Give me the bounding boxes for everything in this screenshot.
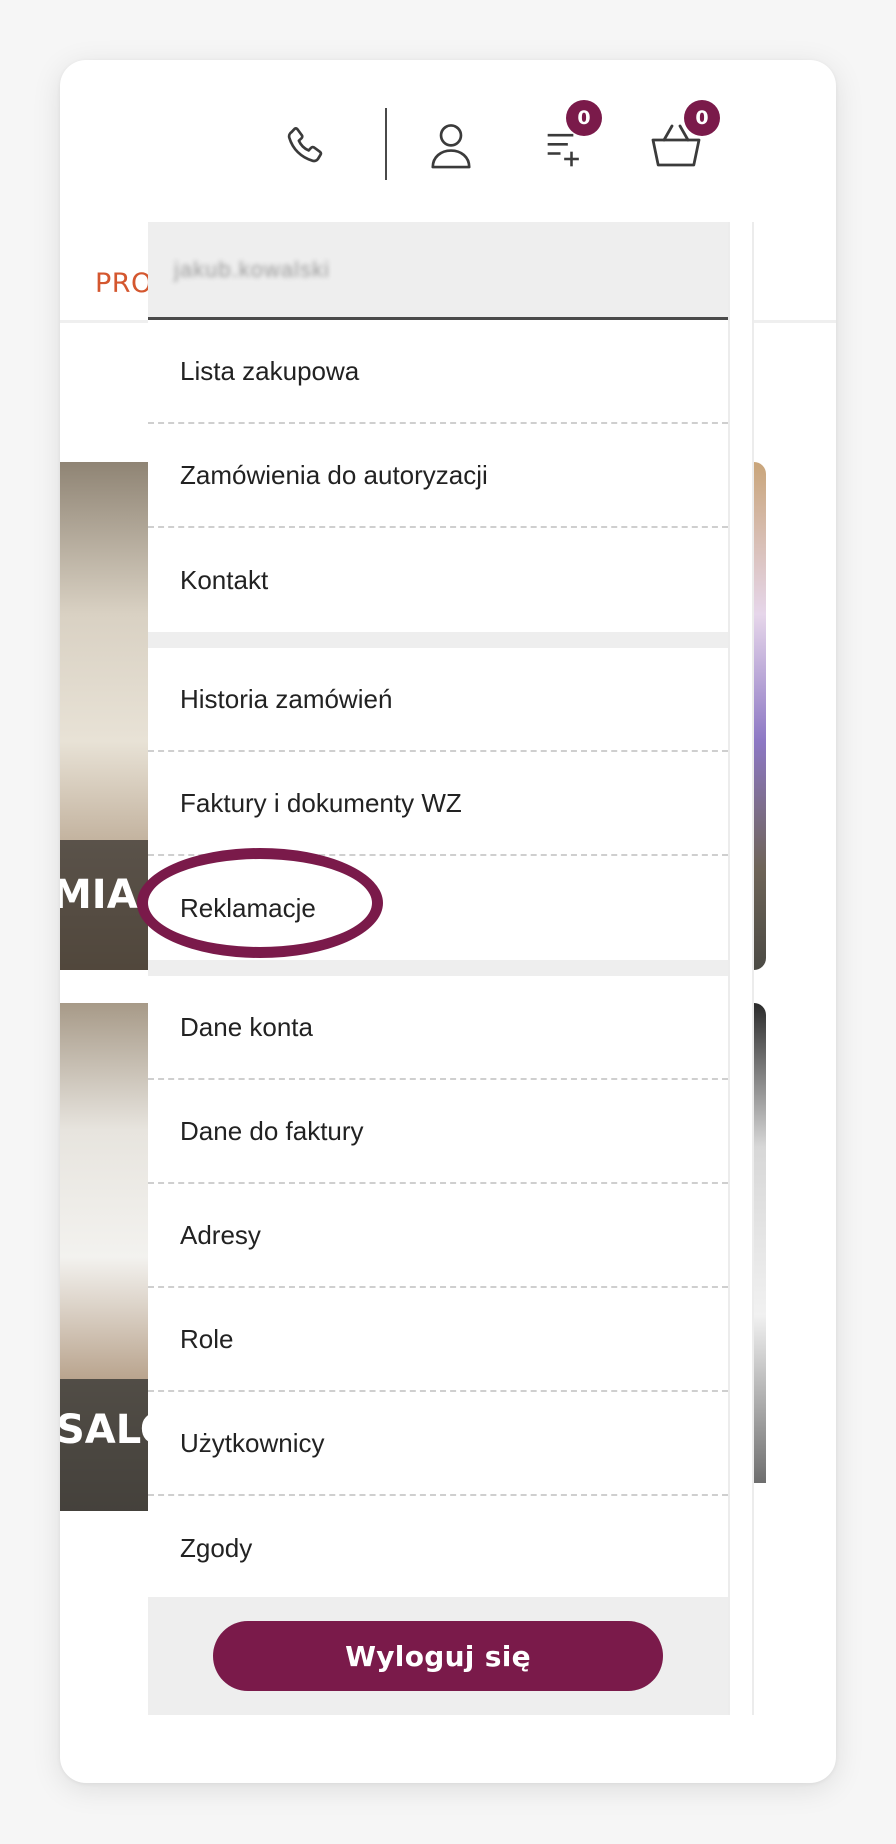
category-card-label: MIA I [60,872,150,918]
mobile-viewport: MIA I SALO PRO 0 0 [60,60,836,1783]
category-card-left-top[interactable]: MIA I [60,462,150,970]
dropdown-scroll-rail [728,222,754,1715]
menu-item-complaints[interactable]: Reklamacje [148,856,728,960]
menu-item-users[interactable]: Użytkownicy [148,1392,728,1496]
category-card-right-top[interactable] [754,462,766,970]
menu-item-shopping-list[interactable]: Lista zakupowa [148,320,728,424]
category-card-right-bottom[interactable] [754,1003,766,1483]
logout-button[interactable]: Wyloguj się [213,1621,663,1691]
category-card-left-bottom[interactable]: SALO [60,1003,150,1511]
menu-item-consents[interactable]: Zgody [148,1496,728,1600]
category-card-label: SALO [60,1407,150,1453]
menu-item-contact[interactable]: Kontakt [148,528,728,632]
menu-group-separator [148,632,728,648]
user-name: jakub.kowalski [174,256,330,282]
account-dropdown: jakub.kowalski Lista zakupowa Zamówienia… [148,222,728,1715]
phone-icon[interactable] [282,124,328,170]
menu-item-orders-to-authorize[interactable]: Zamówienia do autoryzacji [148,424,728,528]
menu-item-invoice-data[interactable]: Dane do faktury [148,1080,728,1184]
menu-group-separator [148,960,728,976]
header-divider [385,108,387,180]
menu-item-invoices[interactable]: Faktury i dokumenty WZ [148,752,728,856]
account-user-header: jakub.kowalski [148,222,728,320]
menu-item-roles[interactable]: Role [148,1288,728,1392]
menu-item-addresses[interactable]: Adresy [148,1184,728,1288]
user-icon[interactable] [428,120,474,170]
shopping-list-badge: 0 [566,100,602,136]
menu-item-account-data[interactable]: Dane konta [148,976,728,1080]
cart-badge: 0 [684,100,720,136]
menu-item-order-history[interactable]: Historia zamówień [148,648,728,752]
dropdown-footer: Wyloguj się [148,1597,728,1715]
